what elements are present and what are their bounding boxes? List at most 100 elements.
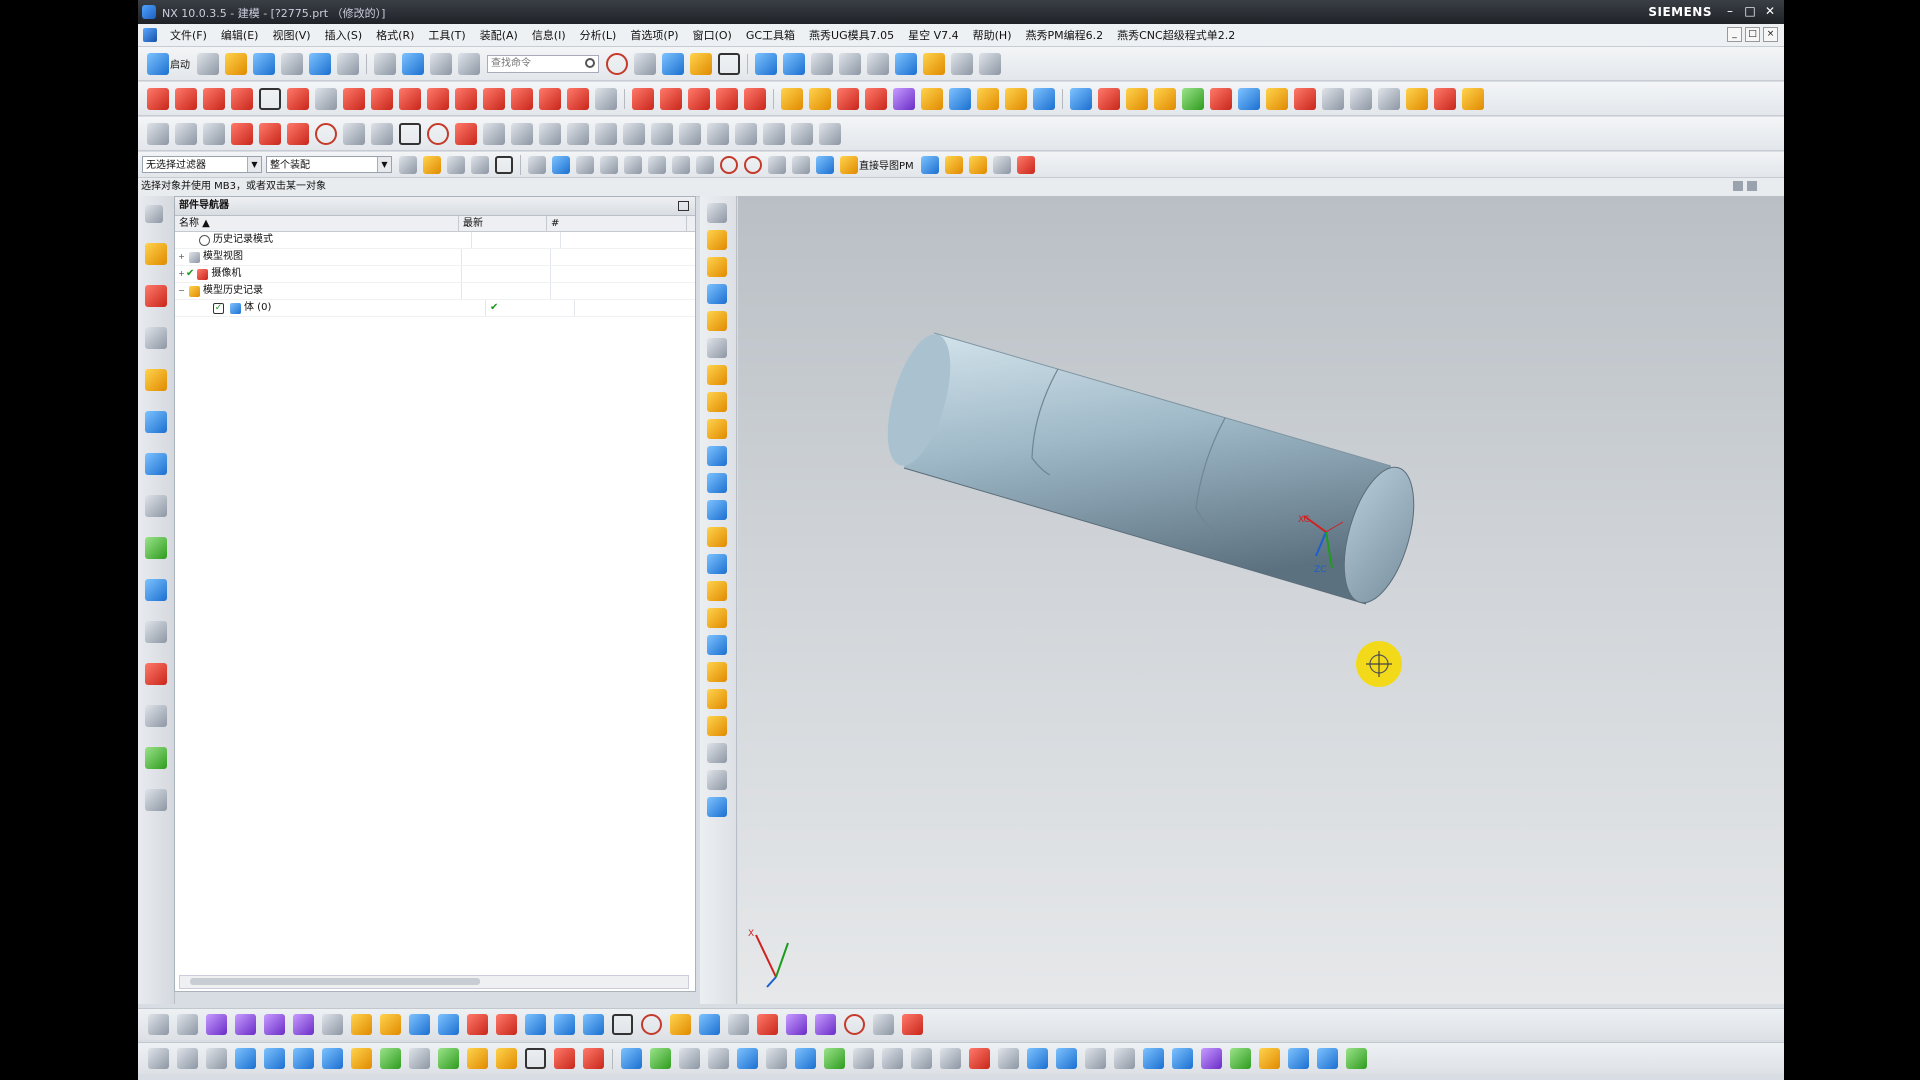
- touch-mode-icon[interactable]: [458, 52, 480, 75]
- import-icon[interactable]: [968, 155, 987, 174]
- draft-icon[interactable]: [1033, 87, 1055, 110]
- color-palette-icon[interactable]: [1182, 87, 1204, 110]
- grip-icon[interactable]: [177, 1048, 198, 1069]
- trim-icon[interactable]: [632, 87, 654, 110]
- arc-icon[interactable]: [175, 87, 197, 110]
- copy-feature-icon[interactable]: [177, 1014, 198, 1035]
- cone-icon[interactable]: [707, 284, 727, 304]
- wrap-icon[interactable]: [707, 743, 727, 763]
- menu-information[interactable]: 信息(I): [525, 27, 573, 43]
- check-icon[interactable]: [795, 1048, 816, 1069]
- blank-icon[interactable]: [1266, 87, 1288, 110]
- sew-icon[interactable]: [707, 635, 727, 655]
- corner-icon[interactable]: [660, 87, 682, 110]
- bridge-curve-icon[interactable]: [455, 87, 477, 110]
- sketch-arc-icon[interactable]: [287, 122, 309, 145]
- point-on-curve-icon[interactable]: [744, 155, 762, 174]
- direct-pm-icon[interactable]: [840, 155, 858, 174]
- frame-icon[interactable]: [718, 52, 740, 75]
- scrollbar-thumb[interactable]: [190, 978, 480, 985]
- red-block-icon[interactable]: [467, 1014, 488, 1035]
- panel-icon[interactable]: [1056, 1048, 1077, 1069]
- path-icon[interactable]: [1143, 1048, 1164, 1069]
- line-icon[interactable]: [147, 87, 169, 110]
- menu-insert[interactable]: 插入(S): [318, 27, 370, 43]
- quick-trim-icon[interactable]: [595, 122, 617, 145]
- menu-yanxiu-cnc[interactable]: 燕秀CNC超级程式单2.2: [1110, 27, 1242, 43]
- palette-icon[interactable]: [145, 747, 167, 769]
- menu-yanxiu-mold[interactable]: 燕秀UG模具7.05: [802, 27, 901, 43]
- gear-cluster-icon[interactable]: [940, 1048, 961, 1069]
- manufacturing-wizards-icon[interactable]: [145, 621, 167, 643]
- web-browser-icon[interactable]: [145, 411, 167, 433]
- column-name[interactable]: 名称 ▲: [175, 216, 459, 231]
- ruler-icon[interactable]: [979, 52, 1001, 75]
- tree-expander[interactable]: +: [177, 266, 186, 282]
- render-style-icon[interactable]: [634, 52, 656, 75]
- ring-icon[interactable]: [844, 1014, 865, 1035]
- table-icon[interactable]: [992, 155, 1011, 174]
- hierarchy-icon[interactable]: [911, 1048, 932, 1069]
- datum-plane-icon[interactable]: [707, 203, 727, 223]
- direct-pm-label[interactable]: 直接导图PM: [859, 157, 914, 172]
- intersection-point-icon[interactable]: [672, 155, 690, 174]
- window-tile-icon[interactable]: [1027, 1048, 1048, 1069]
- split-body-icon[interactable]: [707, 608, 727, 628]
- select-component-icon[interactable]: [552, 155, 570, 174]
- frame-select-icon[interactable]: [612, 1014, 633, 1035]
- tree-row-body[interactable]: ✓ 体 (0) ✔: [175, 300, 695, 317]
- start-icon[interactable]: [147, 52, 169, 75]
- assembly-navigator-icon[interactable]: [145, 243, 167, 265]
- tree-expander[interactable]: +: [177, 249, 186, 265]
- maximize-panel-icon[interactable]: [678, 201, 689, 211]
- pie-icon[interactable]: [496, 1048, 517, 1069]
- arc-center-icon[interactable]: [696, 155, 714, 174]
- orient-view-icon[interactable]: [662, 52, 684, 75]
- tree-row-cameras[interactable]: + ✔ 摄像机: [175, 266, 695, 283]
- pointer-icon[interactable]: [737, 1048, 758, 1069]
- tools-icon[interactable]: [1378, 87, 1400, 110]
- fillet-curve-icon[interactable]: [688, 87, 710, 110]
- text-icon[interactable]: [315, 87, 337, 110]
- pin-icon[interactable]: [206, 1014, 227, 1035]
- edit-sketch-icon[interactable]: [148, 1014, 169, 1035]
- analysis-icon[interactable]: [409, 1014, 430, 1035]
- curve-length-icon[interactable]: [744, 87, 766, 110]
- chamfer-curve-icon[interactable]: [716, 87, 738, 110]
- edit-object-display-icon[interactable]: [1210, 87, 1232, 110]
- stamp-icon[interactable]: [583, 1048, 604, 1069]
- measure-icon[interactable]: [322, 1014, 343, 1035]
- navigator-horizontal-scrollbar[interactable]: [179, 975, 689, 989]
- tree-row-model-views[interactable]: + 模型视图: [175, 249, 695, 266]
- menu-help[interactable]: 帮助(H): [966, 27, 1019, 43]
- export-icon[interactable]: [944, 155, 963, 174]
- cube-icon[interactable]: [264, 1014, 285, 1035]
- thread-icon[interactable]: [707, 338, 727, 358]
- distance-analysis-icon[interactable]: [438, 1014, 459, 1035]
- motion-icon[interactable]: [1172, 1048, 1193, 1069]
- spline-icon[interactable]: [595, 87, 617, 110]
- constraint-navigator-icon[interactable]: [145, 285, 167, 307]
- measure-angle-icon[interactable]: [923, 52, 945, 75]
- undo-icon[interactable]: [309, 52, 331, 75]
- menu-tools[interactable]: 工具(T): [421, 27, 472, 43]
- menu-xingkong[interactable]: 星空 V7.4: [901, 27, 966, 43]
- sketch-rectangle-icon[interactable]: [399, 122, 421, 145]
- flag-icon[interactable]: [438, 1048, 459, 1069]
- tool-icon[interactable]: [969, 1048, 990, 1069]
- start-button-label[interactable]: 启动: [170, 56, 190, 71]
- offset-icon[interactable]: [511, 122, 533, 145]
- chevron-down-icon[interactable]: ▼: [247, 157, 261, 172]
- emboss-icon[interactable]: [707, 770, 727, 790]
- cue-button-icon[interactable]: [1747, 181, 1757, 191]
- joint-icon[interactable]: [583, 1014, 604, 1035]
- window-icon[interactable]: [430, 52, 452, 75]
- eraser-icon[interactable]: [380, 1014, 401, 1035]
- arc-tool-icon[interactable]: [231, 87, 253, 110]
- grid-apps-icon[interactable]: [1288, 1048, 1309, 1069]
- mirror-curve-icon[interactable]: [567, 122, 589, 145]
- hexagon-icon[interactable]: [641, 1014, 662, 1035]
- mirror-feature-icon[interactable]: [707, 554, 727, 574]
- extrude-icon[interactable]: [781, 87, 803, 110]
- chevron-down-icon[interactable]: ▼: [377, 157, 391, 172]
